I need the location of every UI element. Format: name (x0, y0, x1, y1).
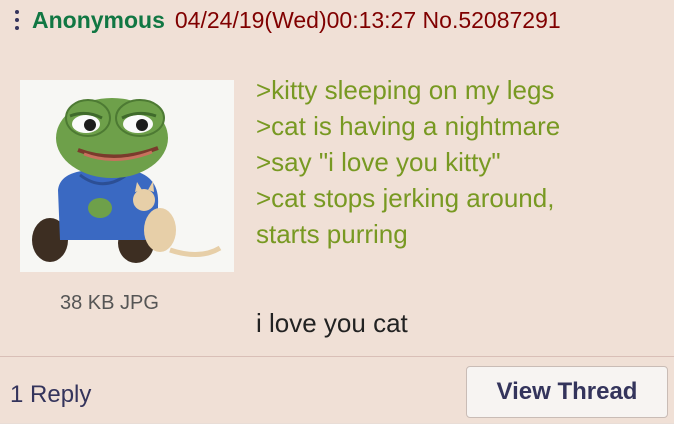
post-header: Anonymous 04/24/19(Wed)00:13:27 No.52087… (0, 0, 674, 40)
post-datetime: 04/24/19(Wed)00:13:27 (174, 6, 417, 33)
view-thread-button[interactable]: View Thread (466, 366, 668, 418)
greentext-line: >cat is having a nightmare (256, 111, 561, 141)
post-thumbnail[interactable] (20, 80, 234, 272)
post-meta: 04/24/19(Wed)00:13:27 No.52087291 (175, 7, 561, 34)
greentext-line: starts purring (256, 219, 408, 249)
post-body: >kitty sleeping on my legs >cat is havin… (256, 72, 560, 252)
reply-count-link[interactable]: 1 Reply (10, 381, 91, 409)
kebab-menu-icon[interactable] (8, 6, 26, 34)
post-number[interactable]: No.52087291 (423, 7, 561, 33)
poster-name: Anonymous (32, 6, 165, 33)
post-card: Anonymous 04/24/19(Wed)00:13:27 No.52087… (0, 0, 674, 423)
file-info: 38 KB JPG (60, 292, 159, 314)
post-footer: 1 Reply View Thread (0, 356, 674, 424)
frog-cat-image (20, 80, 234, 272)
greentext-line: >say "i love you kitty" (256, 147, 501, 177)
post-final-line: i love you cat (256, 308, 408, 338)
greentext-line: >cat stops jerking around, (256, 183, 555, 213)
greentext-line: >kitty sleeping on my legs (256, 75, 555, 105)
